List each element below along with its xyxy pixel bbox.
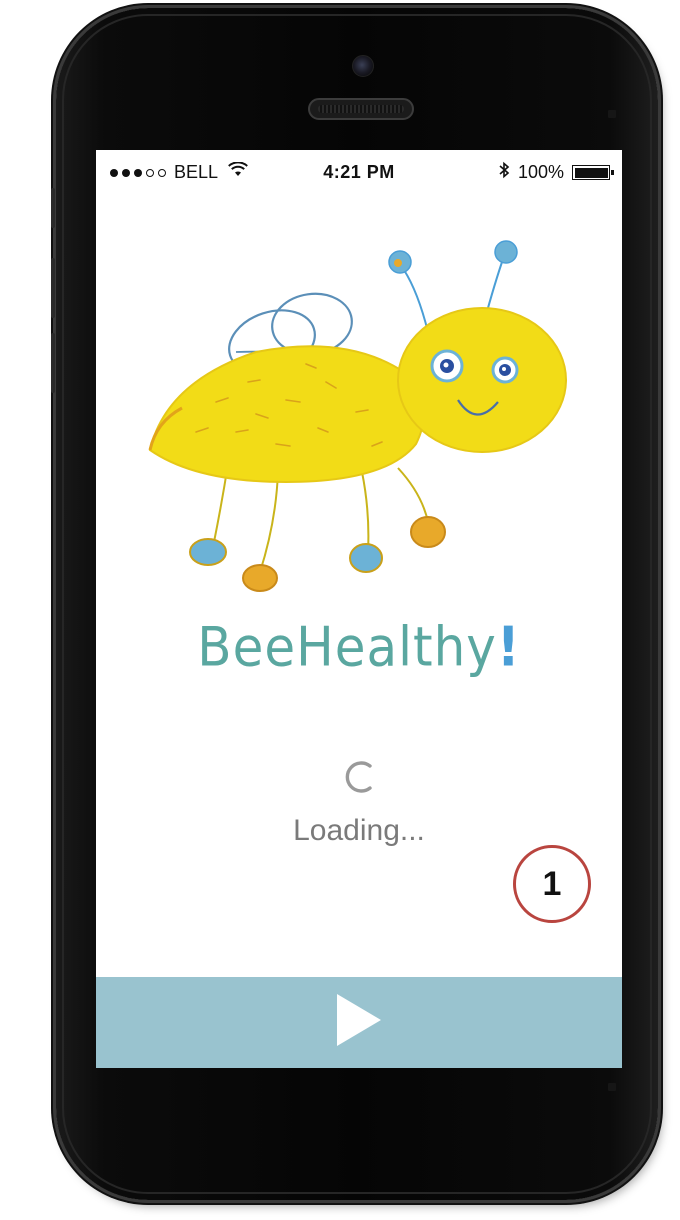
battery-percent: 100% xyxy=(517,162,564,182)
volume-up-button xyxy=(51,258,55,318)
app-name-exclamation: ! xyxy=(496,615,521,679)
loading-text: Loading... xyxy=(293,814,425,847)
status-right-group: 100% xyxy=(498,161,614,184)
spinner-icon xyxy=(340,758,378,796)
volume-down-button xyxy=(51,333,55,393)
proximity-sensor xyxy=(608,110,616,118)
app-title: BeeHealthy! xyxy=(96,616,622,679)
annotation-marker: 1 xyxy=(513,845,591,923)
bluetooth-icon xyxy=(498,161,510,184)
play-button[interactable] xyxy=(96,977,622,1068)
bee-illustration xyxy=(136,232,596,602)
play-icon xyxy=(335,994,383,1051)
app-screen: BELL 4:21 PM 100% BeeHealthy! Loading... xyxy=(96,150,622,1068)
status-bar: BELL 4:21 PM 100% xyxy=(96,150,622,192)
app-name: BeeHealthy xyxy=(197,615,497,679)
front-camera xyxy=(352,55,374,77)
mute-switch xyxy=(51,188,55,228)
battery-icon xyxy=(572,165,614,180)
earpiece-speaker xyxy=(308,98,414,120)
bottom-sensor xyxy=(608,1083,616,1091)
